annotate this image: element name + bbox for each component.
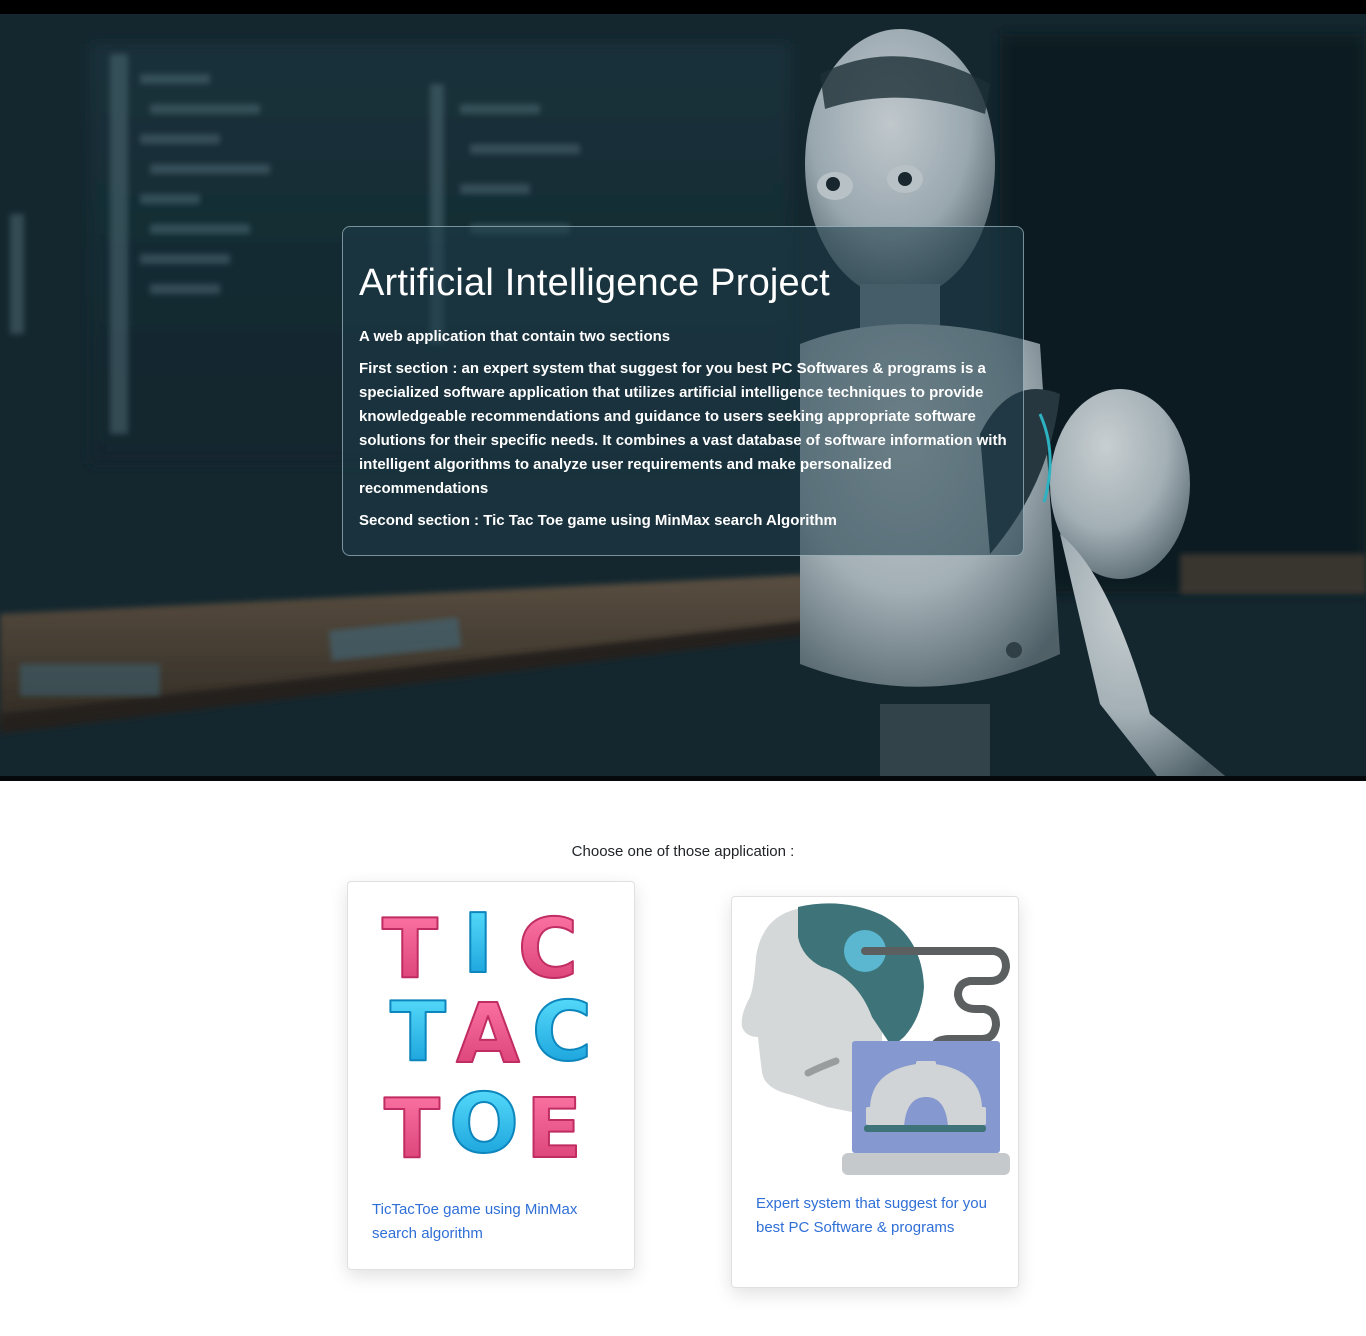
top-bar bbox=[0, 0, 1366, 14]
expert-system-card[interactable]: Expert system that suggest for you best … bbox=[731, 896, 1019, 1288]
ai-head-laptop-gear-icon bbox=[741, 903, 1010, 1175]
tictactoe-card[interactable]: T I C T A C T O E TicTacToe game using M… bbox=[347, 881, 635, 1270]
hero-info-card: Artificial Intelligence Project A web ap… bbox=[342, 226, 1024, 556]
choose-application-prompt: Choose one of those application : bbox=[571, 843, 795, 860]
tictactoe-link[interactable]: TicTacToe game using MinMax search algor… bbox=[372, 1198, 604, 1246]
tic-letter-t: T bbox=[382, 902, 438, 997]
tic-letter-i: I bbox=[463, 897, 494, 992]
tic-letter-c: C bbox=[518, 902, 578, 997]
hero-divider bbox=[0, 776, 1366, 781]
hero-first-section: First section : an expert system that su… bbox=[359, 360, 1007, 497]
toe-letter-o: O bbox=[449, 1077, 519, 1172]
tac-letter-t: T bbox=[390, 985, 446, 1080]
toe-letter-e: E bbox=[526, 1082, 582, 1177]
tictactoe-logo-icon: T I C T A C T O E bbox=[381, 896, 593, 1178]
toe-letter-t: T bbox=[384, 1082, 440, 1177]
hero-second-section: Second section : Tic Tac Toe game using … bbox=[359, 512, 837, 529]
tac-letter-a: A bbox=[456, 987, 520, 1082]
tac-letter-c: C bbox=[532, 985, 592, 1080]
expert-system-link[interactable]: Expert system that suggest for you best … bbox=[756, 1192, 988, 1240]
hero-title: Artificial Intelligence Project bbox=[359, 262, 830, 304]
hero-banner: Artificial Intelligence Project A web ap… bbox=[0, 14, 1366, 780]
hero-intro: A web application that contain two secti… bbox=[359, 328, 671, 345]
